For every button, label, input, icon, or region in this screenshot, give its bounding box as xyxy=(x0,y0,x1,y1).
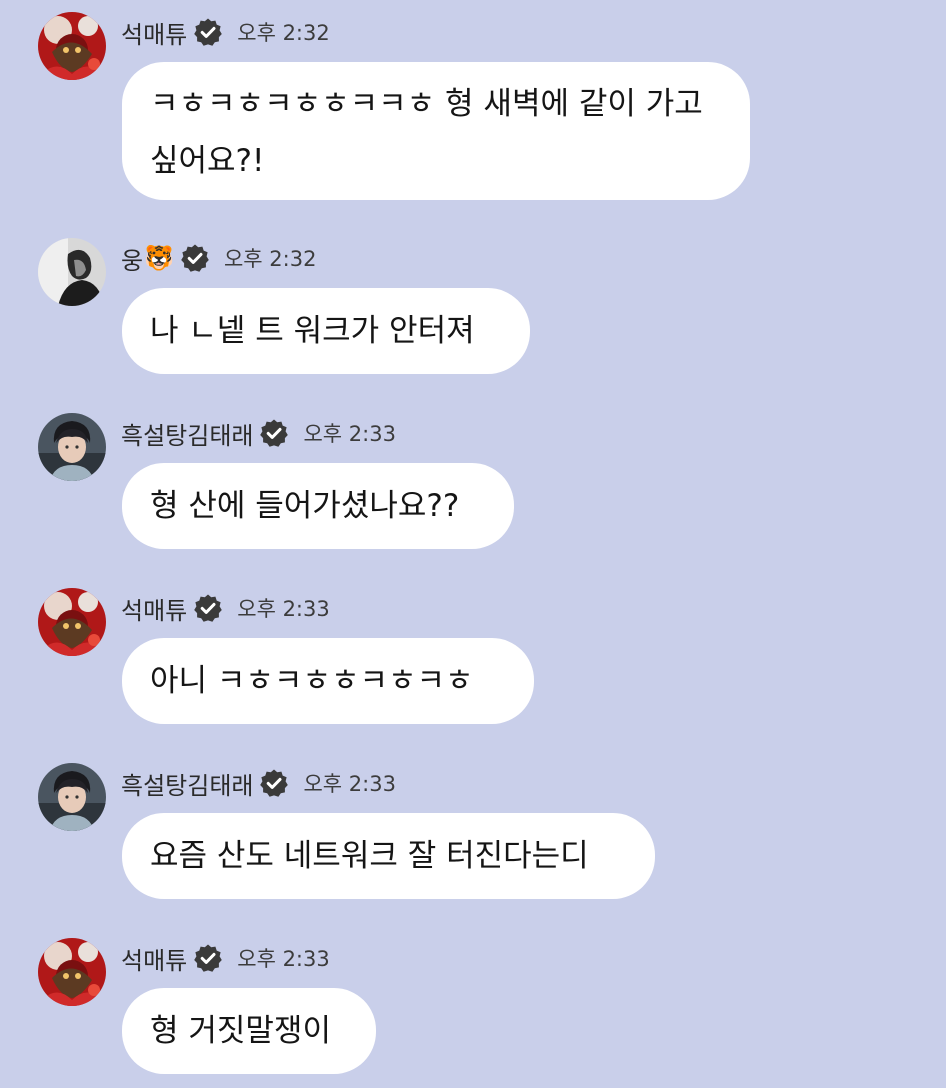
verified-badge-icon xyxy=(259,768,289,798)
avatar-red-art-image xyxy=(38,12,106,80)
avatar[interactable] xyxy=(38,588,106,656)
avatar[interactable] xyxy=(38,938,106,1006)
avatar[interactable] xyxy=(38,12,106,80)
avatar-bw-person-image xyxy=(38,238,106,306)
message-header: 석매튜 오후 2:33 xyxy=(121,591,330,626)
message-time: 오후 2:32 xyxy=(223,247,317,271)
avatar-person-photo-image xyxy=(38,763,106,831)
message-time: 오후 2:33 xyxy=(303,422,396,446)
message-header: 웅 🐯 오후 2:32 xyxy=(121,241,317,276)
message-time: 오후 2:33 xyxy=(303,772,396,796)
sender-name[interactable]: 웅 xyxy=(121,241,143,276)
verified-badge-icon xyxy=(193,593,223,623)
message-bubble[interactable]: 요즘 산도 네트워크 잘 터진다는디 xyxy=(122,813,655,899)
message-text: 형 산에 들어가셨나요?? xyxy=(150,488,460,524)
message-header: 흑설탕김태래 오후 2:33 xyxy=(121,766,396,801)
avatar[interactable] xyxy=(38,413,106,481)
message-time: 오후 2:33 xyxy=(237,597,330,621)
avatar-person-photo-image xyxy=(38,413,106,481)
chat-thread: 석매튜 오후 2:32 ㅋㅎㅋㅎㅋㅎㅎㅋㅋㅎ 형 새벽에 같이 가고 싶어요?!… xyxy=(0,0,946,1088)
verified-badge-icon xyxy=(193,943,223,973)
message-bubble[interactable]: 형 산에 들어가셨나요?? xyxy=(122,463,514,549)
sender-name[interactable]: 흑설탕김태래 xyxy=(121,766,253,801)
sender-name[interactable]: 흑설탕김태래 xyxy=(121,416,253,451)
message-header: 흑설탕김태래 오후 2:33 xyxy=(121,416,396,451)
sender-name[interactable]: 석매튜 xyxy=(121,941,187,976)
message-time: 오후 2:33 xyxy=(237,947,330,971)
message-bubble[interactable]: 형 거짓말쟁이 xyxy=(122,988,376,1074)
message-bubble[interactable]: ㅋㅎㅋㅎㅋㅎㅎㅋㅋㅎ 형 새벽에 같이 가고 싶어요?! xyxy=(122,62,750,200)
message-text: 아니 ㅋㅎㅋㅎㅎㅋㅎㅋㅎ xyxy=(150,663,474,699)
message-time: 오후 2:32 xyxy=(237,21,330,45)
message-header: 석매튜 오후 2:33 xyxy=(121,941,330,976)
sender-name[interactable]: 석매튜 xyxy=(121,591,187,626)
message-text: ㅋㅎㅋㅎㅋㅎㅎㅋㅋㅎ 형 새벽에 같이 가고 싶어요?! xyxy=(150,86,703,179)
avatar[interactable] xyxy=(38,238,106,306)
avatar-red-art-image xyxy=(38,938,106,1006)
message-header: 석매튜 오후 2:32 xyxy=(121,15,330,50)
tiger-emoji: 🐯 xyxy=(144,244,174,272)
message-bubble[interactable]: 나 ㄴ넽 트 워크가 안터져 xyxy=(122,288,530,374)
message-text: 요즘 산도 네트워크 잘 터진다는디 xyxy=(150,838,589,874)
verified-badge-icon xyxy=(259,418,289,448)
message-bubble[interactable]: 아니 ㅋㅎㅋㅎㅎㅋㅎㅋㅎ xyxy=(122,638,534,724)
sender-name[interactable]: 석매튜 xyxy=(121,15,187,50)
avatar-red-art-image xyxy=(38,588,106,656)
message-text: 나 ㄴ넽 트 워크가 안터져 xyxy=(150,313,475,349)
verified-badge-icon xyxy=(180,243,210,273)
verified-badge-icon xyxy=(193,17,223,47)
message-text: 형 거짓말쟁이 xyxy=(150,1013,331,1049)
avatar[interactable] xyxy=(38,763,106,831)
